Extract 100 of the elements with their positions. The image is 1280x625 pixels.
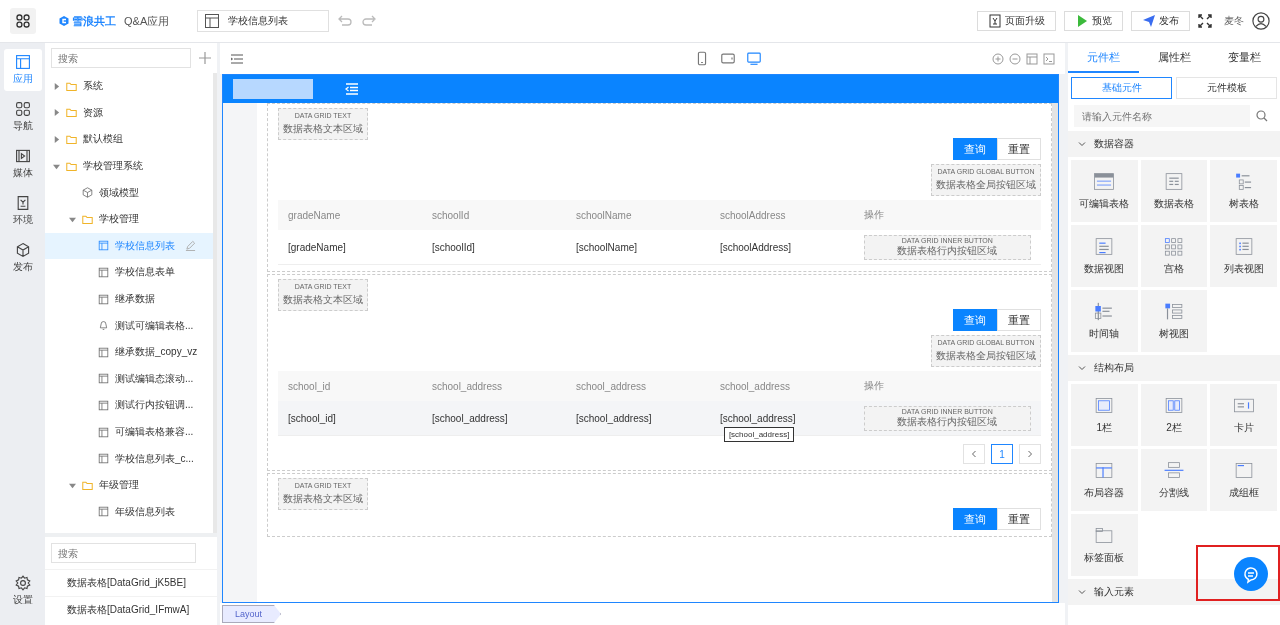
rail-tab[interactable]: 环境 — [3, 190, 42, 232]
next-page-button[interactable] — [1019, 444, 1041, 464]
tree-item[interactable]: 测试可编辑表格... — [45, 312, 213, 339]
collapse-icon[interactable] — [345, 82, 359, 96]
table-icon — [1093, 171, 1116, 191]
search-field[interactable]: 搜索 — [51, 48, 191, 68]
component-tile[interactable]: 成组框 — [1210, 449, 1277, 511]
tree-item[interactable]: 系统 — [45, 73, 213, 100]
rail-tab[interactable]: 应用 — [3, 49, 42, 91]
redo-icon[interactable] — [361, 13, 378, 29]
user-name[interactable]: 麦冬 — [1224, 14, 1244, 28]
undo-icon[interactable] — [337, 13, 354, 29]
table-icon — [1163, 171, 1185, 191]
add-icon[interactable] — [199, 52, 211, 64]
component-tile[interactable]: 数据视图 — [1071, 225, 1138, 287]
column-header: school_id — [278, 371, 422, 401]
component-tile[interactable]: 卡片 — [1210, 384, 1277, 446]
tree-item[interactable]: 继承数据_copy_vz — [45, 338, 213, 366]
tablet-icon[interactable] — [720, 51, 736, 66]
caret-icon[interactable] — [69, 481, 76, 489]
layout-icon[interactable] — [1026, 52, 1038, 65]
fullscreen-icon[interactable] — [1198, 14, 1212, 28]
app-name: Q&A应用 — [124, 13, 170, 29]
tree-item[interactable]: 学校管理 — [45, 205, 213, 233]
group-header[interactable]: 结构布局 — [1068, 355, 1280, 381]
menu-icon[interactable] — [230, 51, 244, 66]
reset-button[interactable]: 重置 — [997, 508, 1041, 530]
page-icon — [98, 453, 109, 465]
send-icon — [1142, 14, 1156, 28]
query-button[interactable]: 查询 — [953, 138, 997, 160]
component-tile[interactable]: 树视图 — [1140, 290, 1208, 352]
tree-item[interactable]: 资源 — [45, 99, 213, 127]
apps-icon[interactable] — [10, 8, 36, 34]
caret-icon[interactable] — [53, 136, 60, 143]
component-tile[interactable]: 可编辑表格 — [1071, 160, 1138, 222]
zoom-out-icon[interactable] — [1009, 52, 1021, 65]
assistant-button[interactable] — [1234, 557, 1268, 591]
page-icon — [98, 266, 109, 278]
upgrade-button[interactable]: 页面升级 — [977, 11, 1056, 31]
tree-item[interactable]: 学校信息列表_c... — [45, 445, 213, 472]
preview-button[interactable]: 预览 — [1064, 11, 1123, 31]
film-icon — [14, 148, 31, 164]
tree-item[interactable]: 领域模型 — [45, 179, 213, 206]
page-button[interactable]: 1 — [991, 444, 1013, 464]
panel-tab[interactable]: 属性栏 — [1138, 43, 1210, 73]
component-tile[interactable]: 分割线 — [1140, 449, 1208, 511]
placeholder-label: 数据表格全局按钮区域 — [936, 349, 1036, 363]
panel-tab[interactable]: 变量栏 — [1209, 43, 1280, 73]
caret-icon[interactable] — [53, 82, 60, 90]
tooltip: [school_address] — [723, 427, 795, 442]
group-header[interactable]: 数据容器 — [1068, 131, 1280, 157]
panel-tab[interactable]: 元件栏 — [1068, 43, 1139, 73]
breadcrumb-item[interactable]: Layout — [222, 605, 282, 623]
tree-item[interactable]: 可编辑表格兼容... — [45, 418, 213, 446]
zoom-in-icon[interactable] — [992, 52, 1004, 65]
rail-tab[interactable]: 发布 — [3, 237, 42, 279]
component-tile[interactable]: 布局容器 — [1071, 449, 1138, 511]
caret-icon[interactable] — [53, 162, 60, 170]
outline-item[interactable]: 数据表格[DataGrid_IFmwA] — [45, 596, 217, 623]
rail-tab[interactable]: 导航 — [3, 96, 42, 138]
tree-item[interactable]: 学校管理系统 — [45, 152, 213, 180]
component-tile[interactable]: 1栏 — [1071, 384, 1138, 446]
component-tile[interactable]: 2栏 — [1140, 384, 1208, 446]
component-tile[interactable]: 宫格 — [1140, 225, 1208, 287]
group-header[interactable]: 输入元素 — [1068, 579, 1280, 605]
rail-tab[interactable]: 媒体 — [3, 143, 42, 185]
panel-subtab[interactable]: 元件模板 — [1176, 77, 1277, 99]
tree-item[interactable]: 继承数据 — [45, 285, 213, 313]
tree-item[interactable]: 默认模组 — [45, 126, 213, 153]
query-button[interactable]: 查询 — [953, 508, 997, 530]
terminal-icon[interactable] — [1043, 52, 1055, 65]
component-tile[interactable]: 时间轴 — [1071, 290, 1138, 352]
edit-icon[interactable] — [185, 240, 196, 252]
settings-tab[interactable]: 设置 — [3, 570, 42, 612]
caret-icon[interactable] — [69, 215, 76, 223]
tree-item[interactable]: 年级信息列表 — [45, 498, 213, 526]
search-icon[interactable] — [1256, 110, 1268, 122]
page-selector[interactable]: 学校信息列表 — [197, 10, 330, 32]
caret-icon[interactable] — [53, 109, 60, 117]
settings-icon — [14, 575, 31, 591]
component-search-field[interactable]: 请输入元件名称 — [1074, 105, 1250, 127]
component-tile[interactable]: 标签面板 — [1071, 514, 1138, 576]
tree-item[interactable]: 测试编辑态滚动... — [45, 365, 213, 393]
component-tile[interactable]: 树表格 — [1210, 160, 1277, 222]
panel-subtab[interactable]: 基础元件 — [1071, 77, 1172, 99]
tree-item[interactable]: 学校信息表单 — [45, 259, 213, 286]
tree-item[interactable]: 年级管理 — [45, 471, 213, 499]
desktop-icon[interactable] — [746, 51, 762, 66]
reset-button[interactable]: 重置 — [997, 309, 1041, 331]
component-tile[interactable]: 列表视图 — [1210, 225, 1277, 287]
previous-page-button[interactable] — [963, 444, 985, 464]
reset-button[interactable]: 重置 — [997, 138, 1041, 160]
avatar-icon[interactable] — [1252, 12, 1270, 30]
tree-item[interactable]: 测试行内按钮调... — [45, 392, 213, 419]
publish-button[interactable]: 发布 — [1131, 11, 1190, 31]
query-button[interactable]: 查询 — [953, 309, 997, 331]
search-field[interactable]: 搜索 — [51, 543, 196, 563]
component-tile[interactable]: 数据表格 — [1140, 160, 1208, 222]
outline-item[interactable]: 数据表格[DataGrid_jK5BE] — [45, 569, 217, 596]
list-icon — [1232, 236, 1255, 256]
